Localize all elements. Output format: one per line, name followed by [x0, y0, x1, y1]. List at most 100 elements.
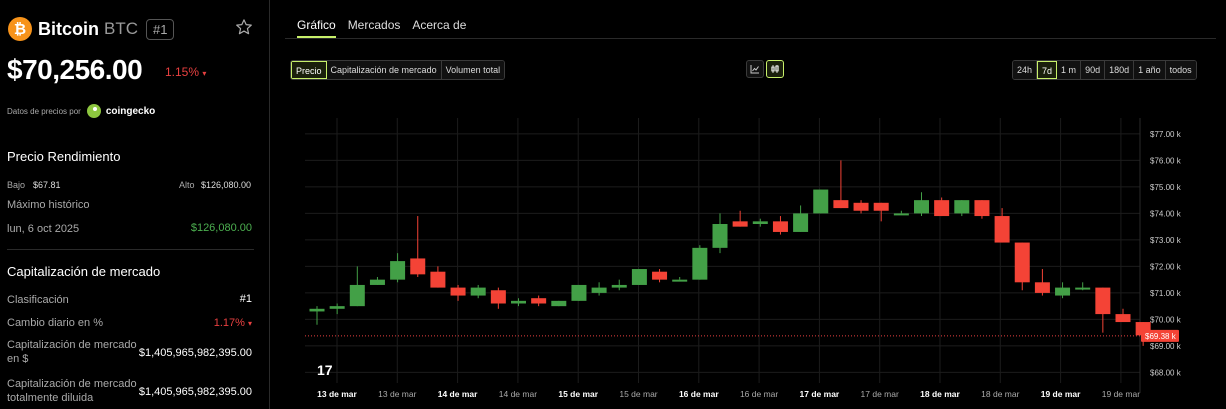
- high-value: $126,080.00: [201, 180, 252, 190]
- market-cap-value: $1,405,965,982,395.00: [138, 347, 252, 359]
- current-price-label: $69.38 k: [1145, 332, 1177, 341]
- line-chart-icon: [750, 65, 759, 74]
- range-1y-button[interactable]: 1 año: [1134, 61, 1166, 79]
- high-label: Alto: [179, 180, 195, 190]
- rank-label: Clasificación: [7, 294, 69, 306]
- candle-body: [934, 200, 950, 217]
- range-selector: 24h 7d 1 m 90d 180d 1 año todos: [1012, 60, 1197, 80]
- y-tick-label: $71.00 k: [1150, 289, 1182, 298]
- candle-body: [591, 287, 607, 293]
- candle-body: [470, 287, 486, 296]
- candle-body: [631, 269, 647, 285]
- x-tick-label: 17 de mar: [800, 389, 840, 399]
- x-tick-label: 15 de mar: [619, 389, 657, 399]
- y-tick-label: $69.00 k: [1150, 342, 1182, 351]
- candle-body: [309, 308, 325, 312]
- price-provider: Datos de precios por coingecko: [7, 104, 155, 118]
- candle-body: [1075, 287, 1091, 290]
- range-180d-button[interactable]: 180d: [1105, 61, 1135, 79]
- candlestick-button[interactable]: [766, 60, 784, 78]
- price-chart[interactable]: $68.00 k $69.00 k $70.00 k $71.00 k $72.00 k…: [305, 118, 1221, 409]
- candle-body: [551, 300, 567, 307]
- candle-body: [652, 271, 668, 280]
- y-tick-label: $68.00 k: [1150, 368, 1182, 377]
- tab-about[interactable]: Acerca de: [412, 18, 466, 38]
- metric-price-button[interactable]: Precio: [291, 61, 327, 79]
- x-tick-label: 15 de mar: [558, 389, 598, 399]
- candle-body: [1014, 242, 1030, 283]
- low-label: Bajo: [7, 180, 26, 190]
- candle-body: [410, 258, 426, 275]
- x-tick-label: 16 de mar: [679, 389, 719, 399]
- candle-body: [853, 202, 869, 211]
- candle-body: [712, 224, 728, 248]
- candlestick-icon: [771, 65, 779, 73]
- y-tick-label: $76.00 k: [1150, 156, 1182, 165]
- y-tick-label: $75.00 k: [1150, 183, 1182, 192]
- candle-body: [793, 213, 809, 232]
- coin-symbol: BTC: [104, 19, 138, 38]
- y-tick-label: $70.00 k: [1150, 315, 1182, 324]
- current-price: $70,256.00: [7, 54, 143, 85]
- tab-chart[interactable]: Gráfico: [297, 18, 336, 38]
- candle-body: [772, 221, 788, 232]
- coingecko-logo-icon: [86, 104, 101, 118]
- range-1m-button[interactable]: 1 m: [1057, 61, 1082, 79]
- market-cap-label-line2: en $: [7, 353, 29, 365]
- market-cap-title: Capitalización de mercado: [7, 264, 161, 279]
- low-value: $67.81: [33, 180, 61, 190]
- range-all-button[interactable]: todos: [1165, 61, 1196, 79]
- candle-body: [813, 189, 829, 214]
- candle-body: [1055, 287, 1071, 296]
- range-90d-button[interactable]: 90d: [1081, 61, 1106, 79]
- x-tick-label: 14 de mar: [438, 389, 478, 399]
- candle-body: [914, 200, 929, 214]
- candle-body: [329, 306, 345, 309]
- candle-body: [732, 221, 748, 227]
- candle-body: [1115, 314, 1131, 323]
- candle-body: [954, 200, 970, 214]
- tab-markets[interactable]: Mercados: [348, 18, 401, 38]
- range-24h-button[interactable]: 24h: [1013, 61, 1038, 79]
- x-tick-label: 18 de mar: [981, 389, 1019, 399]
- candle-body: [490, 290, 506, 304]
- daily-change-label: Cambio diario en %: [7, 317, 103, 329]
- fdv-value: $1,405,965,982,395.00: [138, 386, 252, 398]
- candle-body: [1095, 287, 1111, 315]
- market-cap-label: Capitalización de mercado en $: [7, 338, 137, 366]
- metric-market-cap-button[interactable]: Capitalización de mercado: [326, 61, 442, 79]
- candle-body: [994, 216, 1010, 243]
- x-tick-label: 18 de mar: [920, 389, 960, 399]
- market-cap-label-line1: Capitalización de mercado: [7, 339, 137, 351]
- y-tick-label: $72.00 k: [1150, 262, 1182, 271]
- range-7d-button[interactable]: 7d: [1037, 61, 1058, 79]
- y-tick-label: $73.00 k: [1150, 236, 1182, 245]
- line-chart-button[interactable]: [746, 60, 764, 78]
- metric-volume-button[interactable]: Volumen total: [441, 61, 505, 79]
- daily-change-number: 1.17%: [213, 317, 245, 329]
- candle-body: [611, 284, 627, 288]
- candle-body: [450, 287, 466, 296]
- divider: [7, 249, 254, 250]
- candle-body: [1034, 282, 1050, 293]
- performance-title: Precio Rendimiento: [7, 149, 121, 164]
- candle-body: [672, 279, 688, 282]
- ath-date: lun, 6 oct 2025: [7, 223, 80, 235]
- candle-body: [390, 261, 406, 280]
- coin-header: ₿ Bitcoin BTC #1: [8, 16, 175, 42]
- x-tick-label: 19 de mar: [1102, 389, 1140, 399]
- provider-label: Datos de precios por: [7, 106, 81, 116]
- fdv-label-line2: totalmente diluida: [7, 392, 94, 404]
- provider-name[interactable]: coingecko: [106, 106, 155, 117]
- candle-body: [571, 284, 587, 301]
- x-tick-label: 13 de mar: [378, 389, 416, 399]
- x-tick-label: 16 de mar: [740, 389, 778, 399]
- candle-body: [692, 247, 708, 280]
- candle-body: [369, 279, 385, 285]
- price-change-value: 1.15%: [165, 65, 200, 79]
- x-tick-label: 14 de mar: [499, 389, 537, 399]
- candle-body: [873, 202, 889, 211]
- tab-bar: Gráfico Mercados Acerca de: [297, 18, 478, 38]
- coin-name: Bitcoin: [38, 18, 99, 39]
- star-icon[interactable]: [235, 18, 253, 36]
